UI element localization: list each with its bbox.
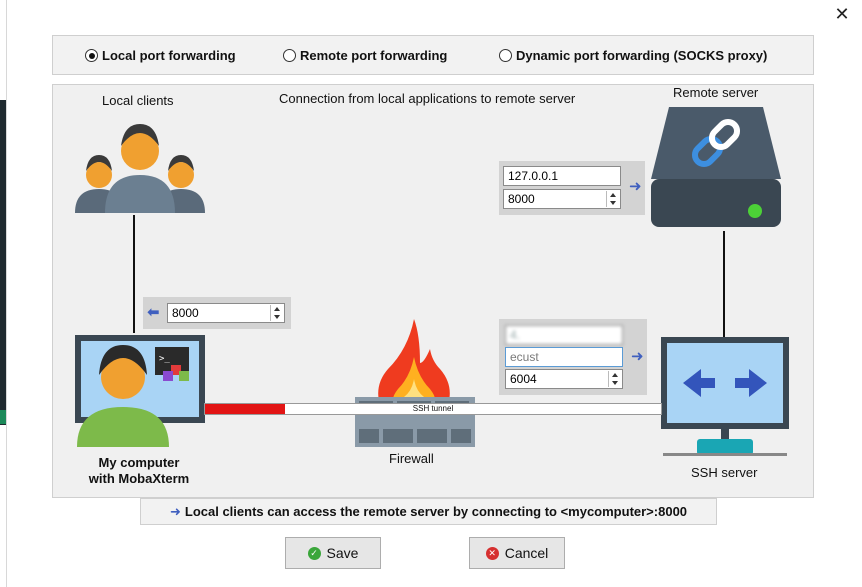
ssh-port-spinner[interactable] — [608, 371, 621, 387]
save-label: Save — [326, 545, 359, 561]
ssh-port-input[interactable]: 6004 — [505, 369, 623, 389]
radio-dot — [499, 49, 512, 62]
my-computer-label-line2: with MobaXterm — [88, 471, 190, 486]
close-circle-icon: ✕ — [485, 546, 499, 560]
local-port-spinner[interactable] — [270, 305, 283, 321]
close-button[interactable]: ✕ — [832, 4, 852, 24]
right-arrow-icon: ➜ — [631, 348, 644, 365]
cancel-button[interactable]: ✕ Cancel — [469, 537, 565, 569]
tunnel-label: SSH tunnel — [412, 404, 454, 413]
forwarding-diagram: Local clients Connection from local appl… — [52, 84, 814, 498]
remote-port-value: 8000 — [508, 192, 535, 206]
radio-dot — [85, 49, 98, 62]
remote-port-spinner[interactable] — [606, 191, 619, 207]
ssh-server-label: SSH server — [691, 465, 758, 480]
radio-label: Dynamic port forwarding (SOCKS proxy) — [516, 48, 768, 63]
remote-server-label: Remote server — [673, 85, 759, 100]
ssh-tunnel-bar: SSH tunnel — [204, 403, 662, 415]
local-clients-icon — [75, 124, 205, 213]
ssh-user-input[interactable]: ecust — [505, 347, 623, 367]
server-link-line — [723, 231, 725, 337]
radio-dot — [283, 49, 296, 62]
remote-destination-panel: 127.0.0.1 8000 — [499, 161, 645, 215]
firewall-label: Firewall — [389, 451, 434, 466]
remote-host-input[interactable]: 127.0.0.1 — [503, 166, 621, 186]
radio-remote-forwarding[interactable]: Remote port forwarding — [283, 48, 447, 63]
left-arrow-icon: ⬅ — [147, 304, 160, 321]
local-port-input[interactable]: 8000 — [167, 303, 285, 323]
connection-description: Connection from local applications to re… — [279, 91, 576, 106]
cancel-label: Cancel — [504, 545, 549, 561]
radio-local-forwarding[interactable]: Local port forwarding — [85, 48, 236, 63]
save-button[interactable]: ✓ Save — [285, 537, 381, 569]
local-port-panel: ⬅ 8000 — [143, 297, 291, 329]
radio-label: Local port forwarding — [102, 48, 236, 63]
radio-label: Remote port forwarding — [300, 48, 448, 63]
check-icon: ✓ — [307, 546, 321, 560]
clients-link-line — [133, 215, 135, 333]
ssh-port-value: 6004 — [510, 372, 537, 386]
right-arrow-icon: ➜ — [169, 504, 181, 519]
remote-server-icon — [651, 107, 781, 227]
forwarding-info-text: Local clients can access the remote serv… — [184, 504, 688, 519]
my-computer-icon: >_ — [75, 335, 205, 447]
local-clients-label: Local clients — [102, 93, 174, 108]
radio-dynamic-forwarding[interactable]: Dynamic port forwarding (SOCKS proxy) — [499, 48, 767, 63]
forwarding-info-bar: ➜ Local clients can access the remote ser… — [140, 498, 717, 525]
firewall-icon — [355, 319, 475, 447]
ssh-server-icon — [661, 337, 789, 456]
forwarding-mode-bar: Local port forwarding Remote port forwar… — [52, 35, 814, 75]
port-forwarding-dialog: ✕ Local port forwarding Remote port forw… — [6, 0, 862, 587]
ssh-server-panel: 4. ecust 6004 — [499, 319, 647, 395]
my-computer-label-line1: My computer — [98, 455, 180, 470]
ssh-server-host-input[interactable]: 4. — [505, 325, 623, 345]
local-port-value: 8000 — [172, 306, 199, 320]
remote-port-input[interactable]: 8000 — [503, 189, 621, 209]
right-arrow-icon: ➜ — [629, 178, 642, 195]
svg-text:>_: >_ — [159, 354, 170, 364]
